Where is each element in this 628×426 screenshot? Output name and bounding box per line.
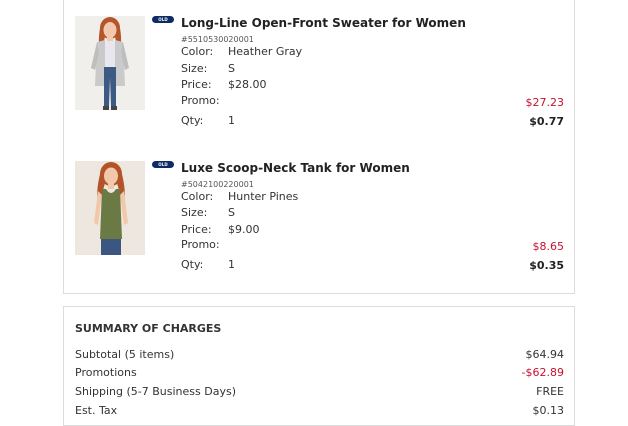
size-label: Size: bbox=[181, 206, 208, 219]
order-item: OLD NAVY Long-Line Open-Front Sweater fo… bbox=[75, 16, 564, 146]
summary-row-promotions: Promotions -$62.89 bbox=[75, 366, 564, 382]
qty-value: 1 bbox=[228, 258, 235, 271]
color-value: Hunter Pines bbox=[228, 190, 299, 203]
summary-value: $0.13 bbox=[532, 404, 565, 417]
price-value: $9.00 bbox=[228, 223, 260, 236]
size-label: Size: bbox=[181, 62, 208, 75]
item-sku: #5510530020001 bbox=[181, 35, 254, 44]
order-item: OLD NAVY Luxe Scoop-Neck Tank for Women … bbox=[75, 161, 564, 291]
sweater-product-image[interactable] bbox=[75, 16, 145, 110]
size-value: S bbox=[228, 62, 235, 75]
item-total: $0.35 bbox=[529, 259, 564, 272]
color-value: Heather Gray bbox=[228, 45, 303, 58]
summary-row-subtotal: Subtotal (5 items) $64.94 bbox=[75, 348, 564, 364]
summary-value: FREE bbox=[536, 385, 564, 398]
summary-label: Est. Tax bbox=[75, 404, 118, 417]
item-total: $0.77 bbox=[529, 115, 564, 128]
summary-label: Subtotal (5 items) bbox=[75, 348, 175, 361]
tank-top-product-photo bbox=[75, 161, 145, 255]
promo-label: Promo: bbox=[181, 94, 220, 107]
summary-of-charges-card: SUMMARY OF CHARGES Subtotal (5 items) $6… bbox=[63, 306, 575, 426]
qty-value: 1 bbox=[228, 114, 235, 127]
color-label: Color: bbox=[181, 190, 214, 203]
item-sku: #5042100220001 bbox=[181, 180, 254, 189]
brand-badge: OLD NAVY bbox=[152, 161, 174, 174]
item-name[interactable]: Long-Line Open-Front Sweater for Women bbox=[181, 16, 466, 30]
summary-label: Shipping (5-7 Business Days) bbox=[75, 385, 236, 398]
order-items-card: OLD NAVY Long-Line Open-Front Sweater fo… bbox=[63, 0, 575, 294]
brand-badge: OLD NAVY bbox=[152, 16, 174, 29]
price-label: Price: bbox=[181, 78, 212, 91]
summary-value: $64.94 bbox=[525, 348, 565, 361]
summary-row-shipping: Shipping (5-7 Business Days) FREE bbox=[75, 385, 564, 401]
tank-product-image[interactable] bbox=[75, 161, 145, 255]
promo-label: Promo: bbox=[181, 238, 220, 251]
sweater-product-photo bbox=[75, 16, 145, 110]
price-value: $28.00 bbox=[228, 78, 267, 91]
promo-amount: $27.23 bbox=[525, 96, 565, 109]
color-label: Color: bbox=[181, 45, 214, 58]
qty-label: Qty: bbox=[181, 114, 204, 127]
summary-label: Promotions bbox=[75, 366, 137, 379]
promo-amount: $8.65 bbox=[532, 240, 565, 253]
summary-value: -$62.89 bbox=[521, 366, 564, 379]
summary-title: SUMMARY OF CHARGES bbox=[75, 322, 222, 335]
item-name[interactable]: Luxe Scoop-Neck Tank for Women bbox=[181, 161, 410, 175]
qty-label: Qty: bbox=[181, 258, 204, 271]
size-value: S bbox=[228, 206, 235, 219]
price-label: Price: bbox=[181, 223, 212, 236]
